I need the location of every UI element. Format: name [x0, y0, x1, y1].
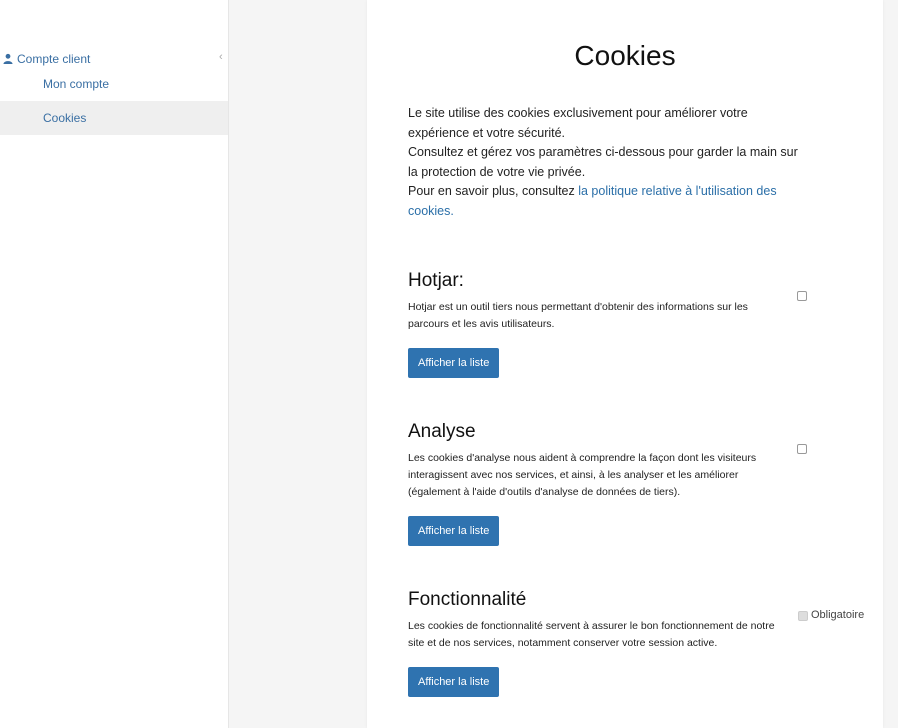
sidebar-item-mon-compte[interactable]: Mon compte [0, 67, 228, 101]
section-title: Hotjar: [408, 270, 464, 291]
fonctionnalite-checkbox [798, 611, 808, 621]
intro-line-3: Pour en savoir plus, consultez la politi… [408, 182, 808, 221]
section-title: Fonctionnalité [408, 589, 527, 610]
chevron-left-icon[interactable]: ‹ [219, 51, 223, 63]
section-fonctionnalite: Fonctionnalité Les cookies de fonctionna… [408, 589, 848, 697]
analyse-checkbox[interactable] [797, 444, 807, 454]
mandatory-label: Obligatoire [811, 609, 865, 621]
intro-line-1: Le site utilise des cookies exclusivemen… [408, 106, 748, 140]
section-description: Les cookies de fonctionnalité servent à … [408, 620, 775, 649]
section-analyse: Analyse Les cookies d'analyse nous aiden… [408, 421, 848, 546]
intro-line-3-prefix: Pour en savoir plus, consultez [408, 184, 579, 198]
show-list-button-fonctionnalite[interactable]: Afficher la liste [408, 667, 500, 697]
hotjar-checkbox[interactable] [797, 291, 807, 301]
section-description: Les cookies d'analyse nous aident à comp… [408, 452, 757, 498]
section-title: Analyse [408, 421, 476, 442]
section-hotjar: Hotjar: Hotjar est un outil tiers nous p… [408, 270, 848, 378]
show-list-button-hotjar[interactable]: Afficher la liste [408, 348, 500, 378]
section-description: Hotjar est un outil tiers nous permettan… [408, 301, 748, 330]
show-list-button-analyse[interactable]: Afficher la liste [408, 516, 500, 546]
page-title: Cookies [574, 40, 676, 71]
user-icon [3, 53, 13, 64]
sidebar: Compte client ‹ Mon compte Cookies [0, 0, 229, 728]
sidebar-header-label: Compte client [17, 52, 91, 66]
intro-line-2: Consultez et gérez vos paramètres ci-des… [408, 145, 798, 179]
intro-text: Le site utilise des cookies exclusivemen… [408, 104, 808, 221]
main-card: Cookies Le site utilise des cookies excl… [367, 0, 883, 728]
sidebar-item-cookies[interactable]: Cookies [0, 101, 228, 135]
